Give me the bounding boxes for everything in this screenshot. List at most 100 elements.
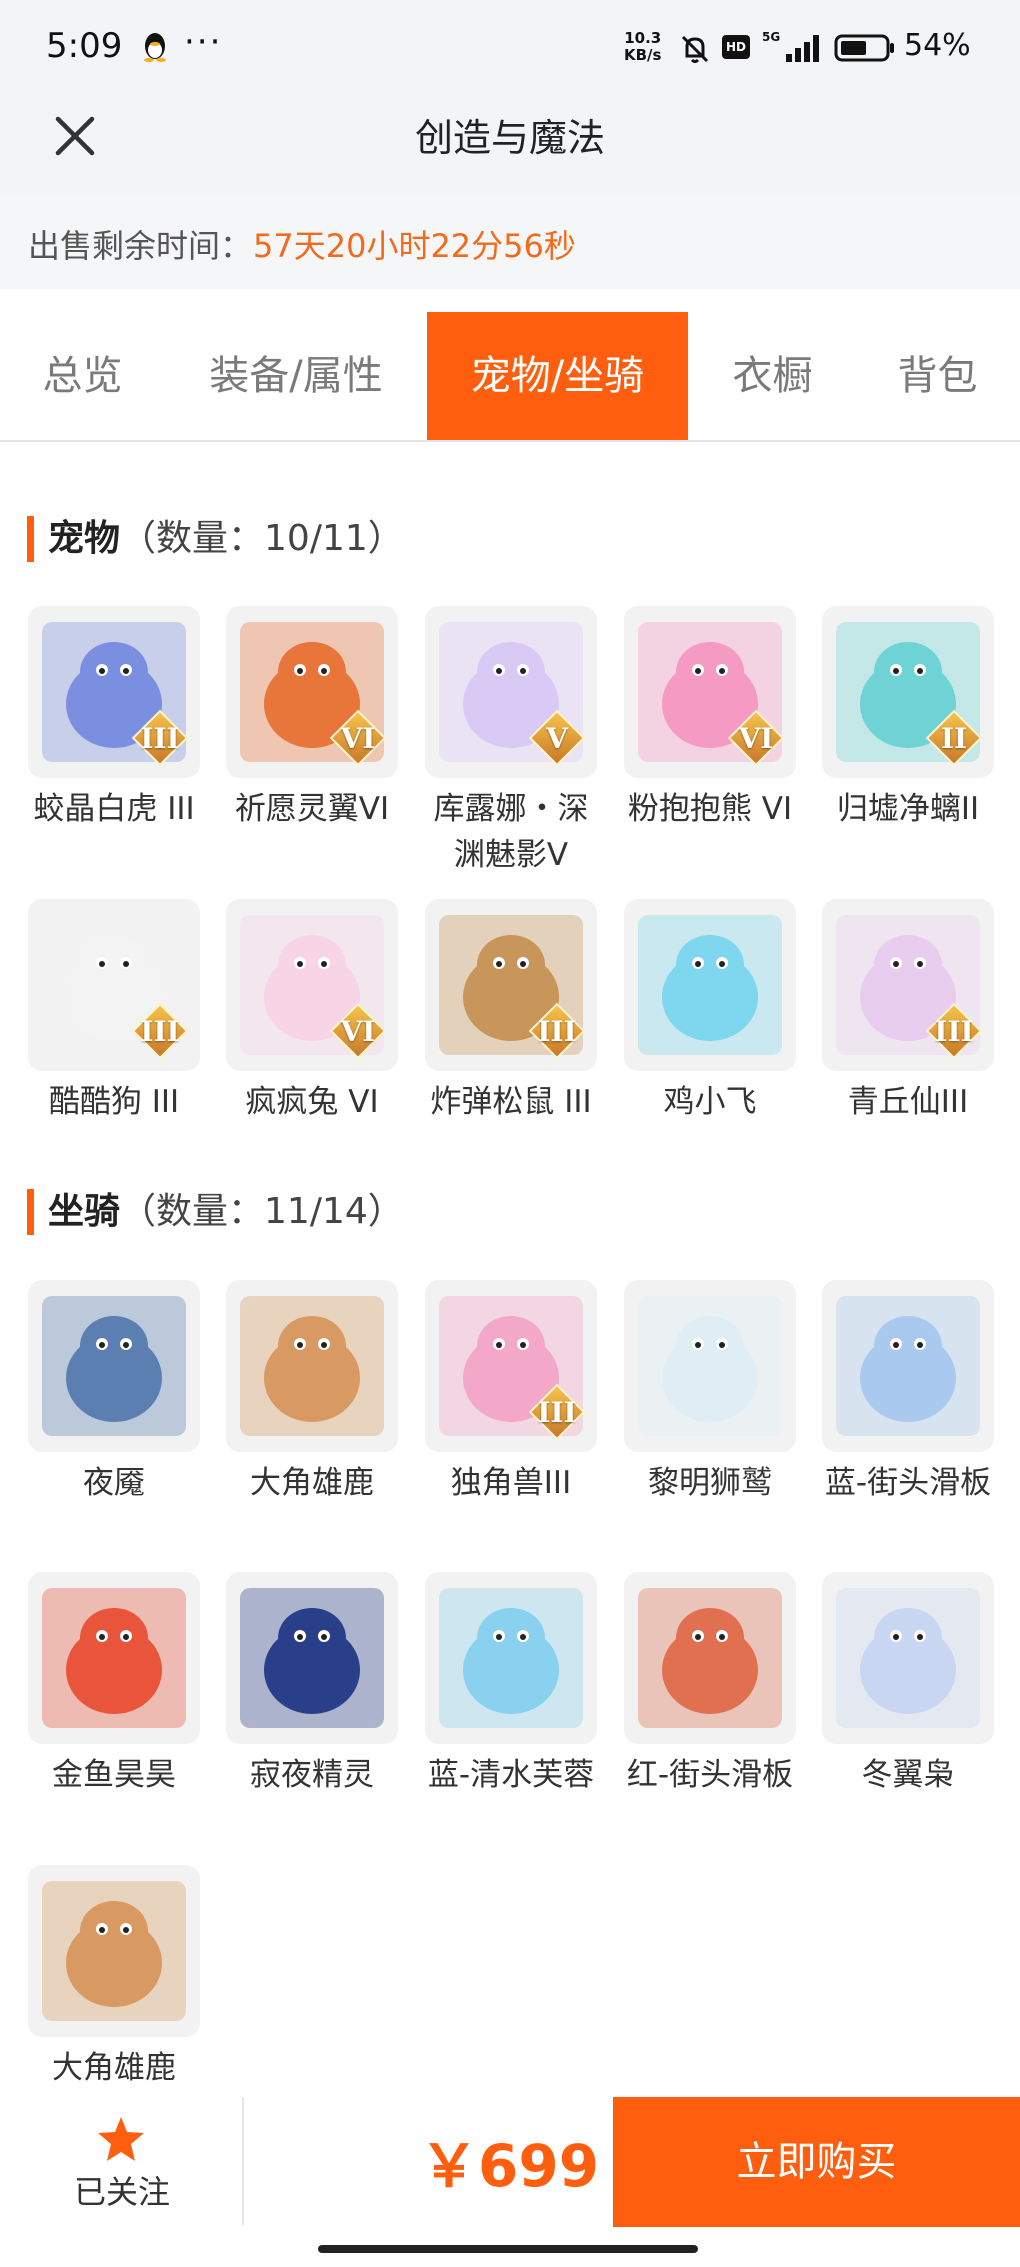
pets-section-title: 宠物（数量：10/11）: [27, 516, 404, 562]
more-dots: ···: [184, 22, 223, 62]
mount-name: 大角雄鹿: [52, 2050, 176, 2086]
rank-numeral: VI: [738, 722, 774, 755]
pet-item[interactable]: VI 疯疯兔 VI: [226, 899, 398, 1125]
griffin-icon[interactable]: [624, 1280, 796, 1452]
tab-pets-mounts[interactable]: 宠物/坐骑: [427, 312, 688, 440]
signal-icon: [786, 35, 819, 62]
fox-fairy-icon[interactable]: III: [822, 899, 994, 1071]
mount-name: 蓝-街头滑板: [824, 1465, 992, 1501]
pet-name: 酷酷狗 III: [48, 1084, 180, 1120]
rank-numeral: III: [934, 1015, 974, 1048]
rank-numeral: III: [140, 1015, 180, 1048]
pet-item[interactable]: III 蛟晶白虎 III: [28, 606, 200, 832]
mount-item[interactable]: 冬翼枭: [822, 1572, 994, 1798]
pet-name: 蛟晶白虎 III: [33, 791, 195, 827]
rank-badge: III: [131, 709, 189, 767]
speed-value: 10.3: [624, 29, 662, 47]
tab-backpack[interactable]: 背包: [855, 312, 1020, 440]
rank-badge: VI: [329, 709, 387, 767]
tab-overview[interactable]: 总览: [0, 312, 165, 440]
creature-art: [836, 1588, 980, 1728]
pet-item[interactable]: VI 粉抱抱熊 VI: [624, 606, 796, 832]
creature-art: [638, 1296, 782, 1436]
skateboard-icon[interactable]: [822, 1280, 994, 1452]
status-bar: 5:09 ··· 10.3 KB/s HD 5G 54%: [0, 0, 1020, 95]
rank-numeral: V: [546, 722, 568, 755]
pet-item[interactable]: V 库露娜・深渊魅影V: [425, 606, 597, 878]
rank-numeral: III: [537, 1015, 577, 1048]
rank-badge: VI: [329, 1002, 387, 1060]
network-type: 5G: [762, 30, 781, 44]
mounts-section-title: 坐骑（数量：11/14）: [27, 1189, 404, 1235]
pet-name: 库露娜・深渊魅影V: [433, 791, 589, 873]
rank-badge: II: [925, 709, 983, 767]
owl-icon[interactable]: [822, 1572, 994, 1744]
mount-name: 夜魇: [83, 1465, 145, 1501]
follow-label[interactable]: 已关注: [74, 2167, 170, 2213]
pet-item[interactable]: III 酷酷狗 III: [28, 899, 200, 1125]
mount-item[interactable]: 蓝-街头滑板: [822, 1280, 994, 1506]
rank-numeral: III: [140, 722, 180, 755]
mount-item[interactable]: 大角雄鹿: [226, 1280, 398, 1506]
pet-item[interactable]: III 青丘仙III: [822, 899, 994, 1125]
home-indicator: [318, 2245, 698, 2253]
mount-item[interactable]: 大角雄鹿: [28, 1865, 200, 2091]
creature-art: [42, 1296, 186, 1436]
rank-badge: III: [528, 1002, 586, 1060]
creature-art: [638, 1588, 782, 1728]
dragon-icon[interactable]: II: [822, 606, 994, 778]
divider: [242, 2097, 244, 2225]
pet-name: 粉抱抱熊 VI: [627, 791, 793, 827]
unicorn-icon[interactable]: III: [425, 1280, 597, 1452]
battery-icon: [834, 34, 894, 62]
rank-numeral: VI: [340, 722, 376, 755]
mount-name: 金鱼昊昊: [52, 1757, 176, 1793]
chick-icon[interactable]: [624, 899, 796, 1071]
nightmare-horse-icon[interactable]: [28, 1280, 200, 1452]
night-fox-icon[interactable]: [226, 1572, 398, 1744]
bottom-bar: 已关注 ￥699 立即购买: [0, 2097, 1020, 2227]
dog-icon[interactable]: III: [28, 899, 200, 1071]
bear-icon[interactable]: VI: [624, 606, 796, 778]
rank-badge: III: [528, 1383, 586, 1441]
pets-title: 宠物: [48, 518, 121, 559]
pet-item[interactable]: III 炸弹松鼠 III: [425, 899, 597, 1125]
qq-penguin-icon: [144, 33, 166, 62]
stag-icon[interactable]: [28, 1865, 200, 2037]
creature-art: [42, 1588, 186, 1728]
rank-numeral: II: [940, 722, 968, 755]
creature-art: [439, 1588, 583, 1728]
mounts-title: 坐骑: [48, 1191, 121, 1232]
title-bar: 创造与魔法: [0, 95, 1020, 193]
bird-icon[interactable]: VI: [226, 606, 398, 778]
mount-item[interactable]: III 独角兽III: [425, 1280, 597, 1506]
mount-item[interactable]: 寂夜精灵: [226, 1572, 398, 1798]
skateboard-icon[interactable]: [624, 1572, 796, 1744]
tiger-icon[interactable]: III: [28, 606, 200, 778]
pet-item[interactable]: VI 祈愿灵翼VI: [226, 606, 398, 832]
buy-now-button[interactable]: 立即购买: [613, 2097, 1020, 2227]
battery-percent: 54%: [904, 28, 971, 63]
mount-item[interactable]: 夜魇: [28, 1280, 200, 1506]
tab-equipment[interactable]: 装备/属性: [180, 312, 412, 440]
pet-item[interactable]: II 归墟净螭II: [822, 606, 994, 832]
mount-name: 黎明狮鹫: [648, 1465, 772, 1501]
fairy-icon[interactable]: V: [425, 606, 597, 778]
rabbit-icon[interactable]: VI: [226, 899, 398, 1071]
rank-numeral: III: [537, 1396, 577, 1429]
star-icon[interactable]: [96, 2115, 146, 2163]
squirrel-icon[interactable]: III: [425, 899, 597, 1071]
tab-wardrobe[interactable]: 衣橱: [690, 312, 855, 440]
stag-icon[interactable]: [226, 1280, 398, 1452]
mounts-count: （数量：11/14）: [120, 1191, 404, 1232]
goldfish-icon[interactable]: [28, 1572, 200, 1744]
timer-value: 57天20小时22分56秒: [253, 227, 576, 265]
mount-name: 冬翼枭: [861, 1757, 955, 1793]
mount-name: 大角雄鹿: [250, 1465, 374, 1501]
lotus-icon[interactable]: [425, 1572, 597, 1744]
mount-item[interactable]: 金鱼昊昊: [28, 1572, 200, 1798]
mount-item[interactable]: 黎明狮鹫: [624, 1280, 796, 1506]
mount-item[interactable]: 蓝-清水芙蓉: [425, 1572, 597, 1798]
pet-item[interactable]: 鸡小飞: [624, 899, 796, 1125]
mount-item[interactable]: 红-街头滑板: [624, 1572, 796, 1798]
